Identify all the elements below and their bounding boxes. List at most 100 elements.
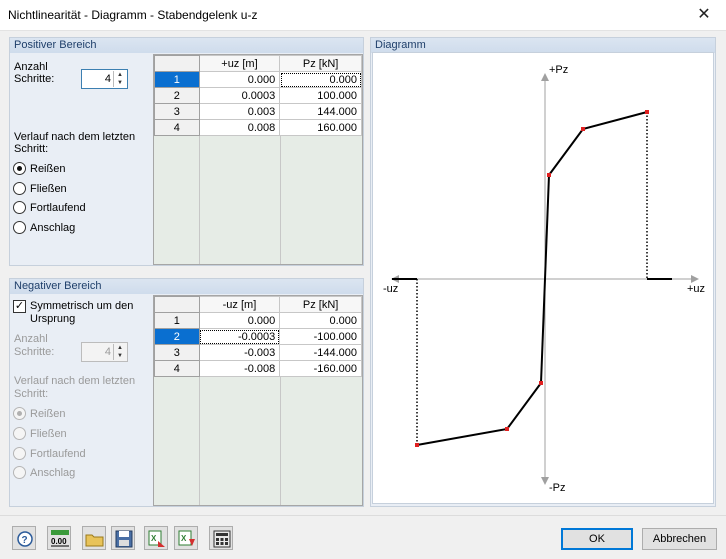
axis-label-minus-pz: -Pz <box>549 482 566 494</box>
save-icon <box>115 530 133 548</box>
spin-up-icon: ▲ <box>117 345 123 351</box>
axis-label-plus-pz: +Pz <box>549 64 568 76</box>
cell-pz[interactable]: 0.000 <box>279 312 362 329</box>
negative-range-header: Negativer Bereich <box>10 279 363 294</box>
row-header[interactable]: 1 <box>154 71 200 88</box>
row-header[interactable]: 2 <box>154 87 200 104</box>
neg-option-label-fliessen: Fließen <box>30 428 67 440</box>
radio-fortlaufend[interactable] <box>13 201 26 214</box>
option-label-fortlaufend: Fortlaufend <box>30 202 86 214</box>
axis-label-plus-uz: +uz <box>687 283 705 295</box>
option-label-anschlag: Anschlag <box>30 222 76 234</box>
symmetric-checkbox[interactable]: ✓ <box>13 300 26 313</box>
table-corner <box>154 296 200 313</box>
data-point <box>645 110 649 114</box>
neg-radio-fortlaufend <box>13 447 26 460</box>
cell-pz[interactable]: 100.000 <box>279 87 362 104</box>
neg-steps-label-line2: Schritte: <box>14 346 55 358</box>
column-header-pz: Pz [kN] <box>279 55 362 72</box>
bottom-divider <box>0 515 726 516</box>
positive-table: +uz [m] Pz [kN] 1 0.000 0.000 2 0.0003 1… <box>153 54 363 265</box>
option-label-fliessen: Fließen <box>30 183 67 195</box>
row-header[interactable]: 1 <box>154 312 200 329</box>
table-row[interactable]: 3 -0.003 -144.000 <box>154 344 362 361</box>
row-header[interactable]: 4 <box>154 360 200 377</box>
import-button[interactable]: X <box>144 526 168 550</box>
neg-after-last-step-label-line1: Verlauf nach dem letzten <box>14 375 136 387</box>
column-header-pz: Pz [kN] <box>279 296 362 313</box>
svg-text:X: X <box>181 534 187 543</box>
after-last-step-label-line2: Schritt: <box>14 143 49 155</box>
spin-down-icon[interactable]: ▼ <box>114 79 126 87</box>
table-row[interactable]: 2 -0.0003 -100.000 <box>154 328 362 345</box>
radio-fliessen[interactable] <box>13 182 26 195</box>
cell-pz[interactable]: 0.000 <box>279 71 362 88</box>
close-icon[interactable]: ✕ <box>682 0 726 30</box>
cell-uz[interactable]: 0.0003 <box>198 87 281 104</box>
after-last-step-label-line1: Verlauf nach dem letzten <box>14 131 136 143</box>
row-header[interactable]: 4 <box>154 119 200 136</box>
column-header-uz: -uz [m] <box>198 296 281 313</box>
cell-pz[interactable]: 160.000 <box>279 119 362 136</box>
cell-uz[interactable]: 0.000 <box>198 312 281 329</box>
positive-steps-value: 4 <box>104 73 111 85</box>
steps-label-line2: Schritte: <box>14 73 55 85</box>
table-row[interactable]: 3 0.003 144.000 <box>154 103 362 120</box>
data-point <box>581 127 585 131</box>
neg-after-last-step-label-line2: Schritt: <box>14 388 49 400</box>
positive-range-header: Positiver Bereich <box>10 38 363 53</box>
cell-uz[interactable]: 0.008 <box>198 119 281 136</box>
table-row[interactable]: 2 0.0003 100.000 <box>154 87 362 104</box>
cell-uz[interactable]: -0.003 <box>198 344 281 361</box>
svg-text:X: X <box>151 534 157 543</box>
cell-uz[interactable]: 0.003 <box>198 103 281 120</box>
neg-option-label-reissen: Reißen <box>30 408 66 420</box>
ok-button[interactable]: OK <box>561 528 633 550</box>
column-header-uz: +uz [m] <box>198 55 281 72</box>
open-button[interactable] <box>82 526 106 550</box>
table-row[interactable]: 4 -0.008 -160.000 <box>154 360 362 377</box>
neg-radio-fliessen <box>13 427 26 440</box>
neg-radio-anschlag <box>13 466 26 479</box>
calculator-icon <box>213 530 231 548</box>
row-header[interactable]: 2 <box>154 328 200 345</box>
table-row[interactable]: 1 0.000 0.000 <box>154 71 362 88</box>
save-button[interactable] <box>111 526 135 550</box>
help-button[interactable]: ? <box>12 526 36 550</box>
cell-uz[interactable]: -0.008 <box>198 360 281 377</box>
table-row[interactable]: 1 0.000 0.000 <box>154 312 362 329</box>
export-icon: X <box>178 530 195 546</box>
cell-pz[interactable]: -160.000 <box>279 360 362 377</box>
radio-anschlag[interactable] <box>13 221 26 234</box>
data-point <box>415 443 419 447</box>
calculator-button[interactable] <box>209 526 233 550</box>
cell-uz[interactable]: -0.0003 <box>198 328 281 345</box>
cell-uz[interactable]: 0.000 <box>198 71 281 88</box>
symmetric-label-line2: Ursprung <box>30 313 76 325</box>
neg-option-label-anschlag: Anschlag <box>30 467 76 479</box>
radio-reissen[interactable] <box>13 162 26 175</box>
axis-label-minus-uz: -uz <box>383 283 398 295</box>
title-bar: Nichtlinearität - Diagramm - Stabendgele… <box>0 0 726 31</box>
diagram-header: Diagramm <box>371 38 715 53</box>
table-row[interactable]: 4 0.008 160.000 <box>154 119 362 136</box>
export-button[interactable]: X <box>174 526 198 550</box>
table-corner <box>154 55 200 72</box>
diagram-canvas: +Pz -Pz +uz -uz <box>372 52 714 504</box>
cell-pz[interactable]: -100.000 <box>279 328 362 345</box>
cancel-button[interactable]: Abbrechen <box>642 528 717 550</box>
positive-steps-spinner[interactable]: 4 ▲ ▼ <box>81 69 128 89</box>
symmetric-label-line1: Symmetrisch um den <box>30 300 134 312</box>
data-point <box>539 381 543 385</box>
spin-up-icon[interactable]: ▲ <box>114 71 126 79</box>
row-header[interactable]: 3 <box>154 103 200 120</box>
cell-pz[interactable]: -144.000 <box>279 344 362 361</box>
cell-pz[interactable]: 144.000 <box>279 103 362 120</box>
data-point <box>505 427 509 431</box>
svg-text:?: ? <box>22 535 28 546</box>
units-button[interactable]: 0.00 <box>47 526 71 550</box>
help-icon: ? <box>17 531 33 547</box>
steps-label-line1: Anzahl <box>14 61 48 73</box>
row-header[interactable]: 3 <box>154 344 200 361</box>
data-point <box>547 173 551 177</box>
